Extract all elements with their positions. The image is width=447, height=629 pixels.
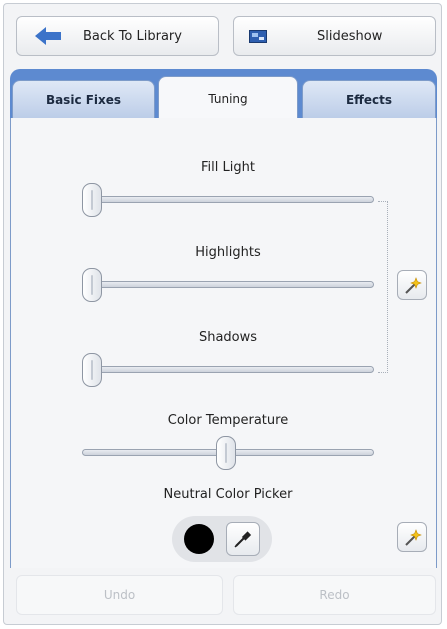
tab-tuning-label: Tuning [208,91,248,106]
neutral-color-picker-label: Neutral Color Picker [163,487,293,502]
undo-button[interactable]: Undo [16,575,223,615]
eyedropper-icon [234,531,252,548]
magic-wand-icon [405,277,422,294]
neutral-color-picker [172,516,272,562]
shadows-slider-thumb[interactable] [82,353,102,387]
auto-tune-button[interactable] [397,270,427,300]
redo-button[interactable]: Redo [233,575,436,615]
slideshow-icon [249,30,267,47]
tab-tuning[interactable]: Tuning [158,76,298,120]
highlights-slider-thumb[interactable] [82,268,102,302]
fill-light-slider-track[interactable] [82,196,374,203]
slider-group-bracket [378,201,388,373]
tab-effects[interactable]: Effects [302,80,436,118]
eyedropper-button[interactable] [226,522,260,556]
undo-label: Undo [103,588,136,602]
highlights-label: Highlights [195,245,261,260]
tab-effects-label: Effects [345,92,393,107]
redo-label: Redo [319,588,350,602]
fill-light-slider-thumb[interactable] [82,183,102,217]
shadows-label: Shadows [198,330,258,345]
fill-light-label: Fill Light [201,160,255,175]
auto-color-button[interactable] [397,522,427,552]
magic-wand-icon [405,529,422,546]
slideshow-label: Slideshow [317,29,383,44]
neutral-color-swatch [184,524,214,554]
color-temperature-slider-thumb[interactable] [216,436,236,470]
tab-basic-fixes-label: Basic Fixes [45,92,122,107]
back-to-library-button[interactable]: Back To Library [16,16,219,56]
shadows-slider-track[interactable] [82,366,374,373]
slideshow-button[interactable]: Slideshow [233,16,436,56]
arrow-left-icon [35,27,63,49]
tab-basic-fixes[interactable]: Basic Fixes [12,80,155,118]
highlights-slider-track[interactable] [82,281,374,288]
back-to-library-label: Back To Library [83,29,182,44]
color-temperature-label: Color Temperature [167,413,289,428]
